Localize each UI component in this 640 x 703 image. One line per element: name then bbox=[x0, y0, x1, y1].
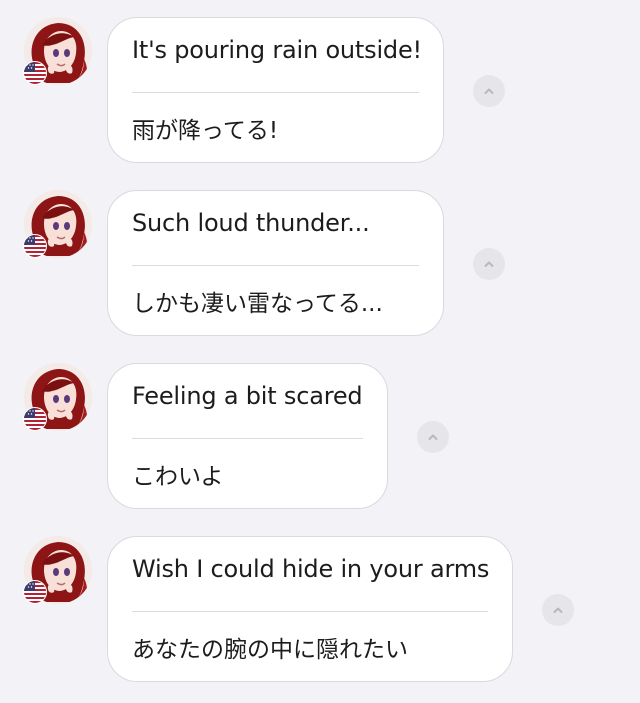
message-original-text: Wish I could hide in your arms bbox=[132, 555, 490, 583]
collapse-translation-button[interactable] bbox=[473, 248, 505, 280]
message-original-text: Such loud thunder... bbox=[132, 209, 370, 237]
message-translation-text: 雨が降ってる! bbox=[132, 118, 279, 144]
divider bbox=[132, 265, 419, 266]
us-flag-icon bbox=[24, 235, 46, 257]
divider bbox=[132, 438, 363, 439]
us-flag-icon bbox=[24, 62, 46, 84]
message-translation-text: しかも凄い雷なってる... bbox=[132, 291, 383, 317]
message-bubble[interactable]: Such loud thunder... しかも凄い雷なってる... bbox=[107, 190, 444, 336]
divider bbox=[132, 92, 419, 93]
message-original-text: It's pouring rain outside! bbox=[132, 36, 422, 64]
chevron-up-icon bbox=[484, 88, 494, 94]
message-bubble[interactable]: Feeling a bit scared こわいよ bbox=[107, 363, 388, 509]
us-flag-icon bbox=[24, 408, 46, 430]
us-flag-icon bbox=[24, 581, 46, 603]
chevron-up-icon bbox=[428, 434, 438, 440]
collapse-translation-button[interactable] bbox=[542, 594, 574, 626]
message-translation-text: あなたの腕の中に隠れたい bbox=[132, 637, 408, 663]
collapse-translation-button[interactable] bbox=[473, 75, 505, 107]
chevron-up-icon bbox=[553, 607, 563, 613]
message-original-text: Feeling a bit scared bbox=[132, 382, 363, 410]
message-translation-text: こわいよ bbox=[132, 464, 224, 490]
collapse-translation-button[interactable] bbox=[417, 421, 449, 453]
message-bubble[interactable]: It's pouring rain outside! 雨が降ってる! bbox=[107, 17, 444, 163]
divider bbox=[132, 611, 488, 612]
chevron-up-icon bbox=[484, 261, 494, 267]
message-bubble[interactable]: Wish I could hide in your arms あなたの腕の中に隠… bbox=[107, 536, 513, 682]
